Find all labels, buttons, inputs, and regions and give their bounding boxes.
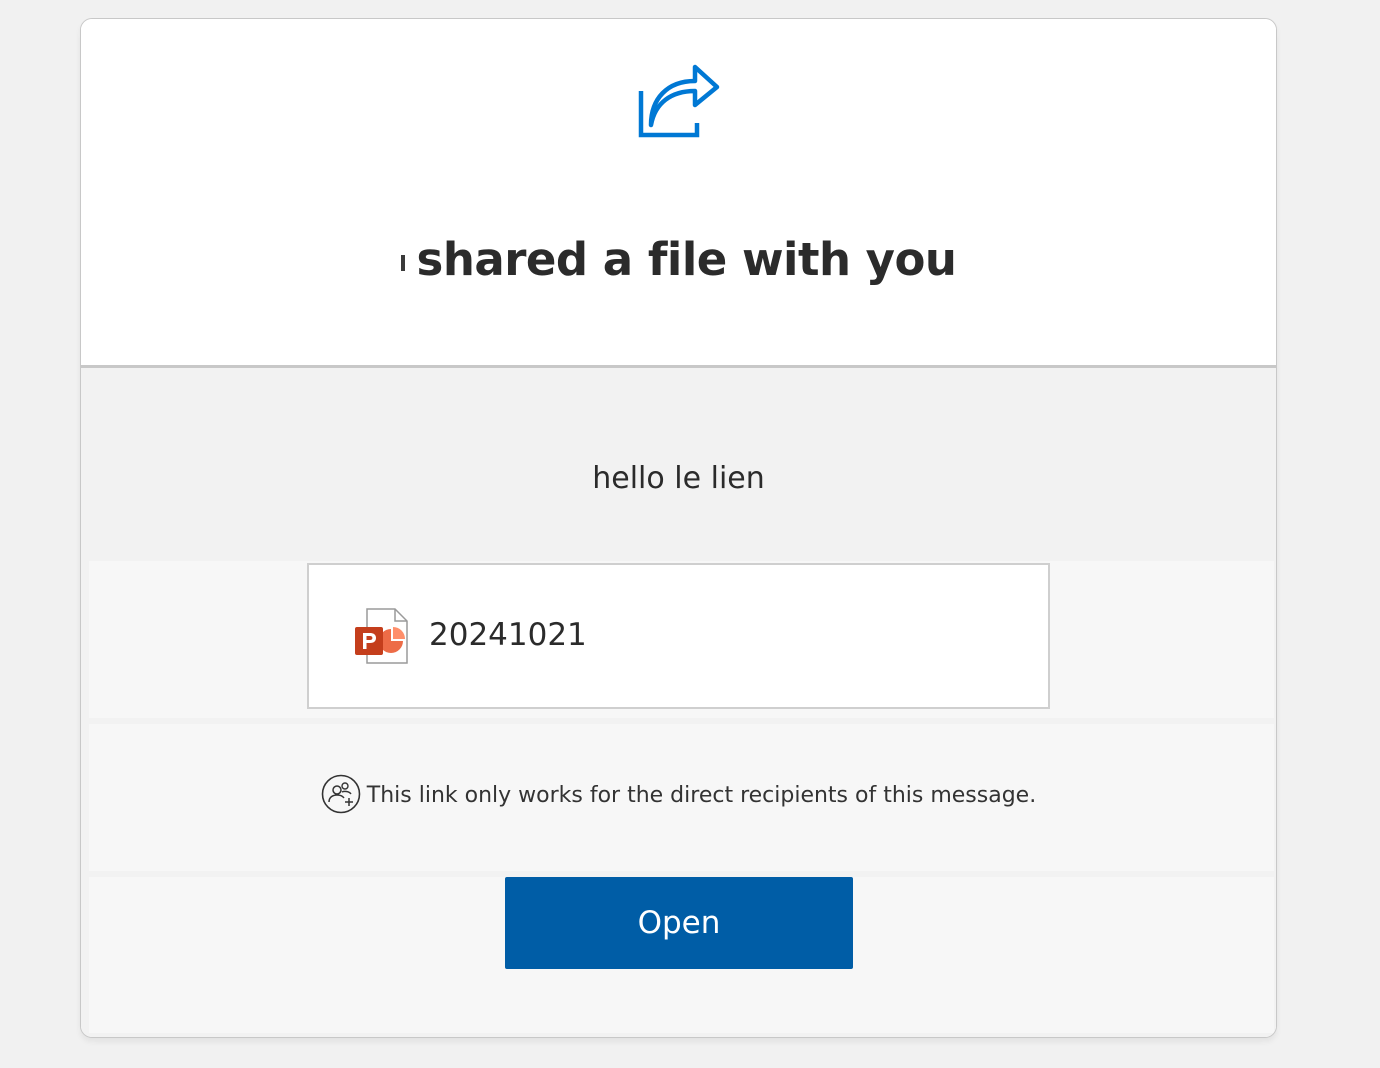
page-title: shared a file with you bbox=[81, 233, 1276, 286]
powerpoint-file-icon bbox=[355, 608, 408, 664]
recipient-notice: This link only works for the direct reci… bbox=[81, 774, 1276, 816]
file-attachment[interactable]: 20241021 bbox=[307, 563, 1050, 709]
open-button[interactable]: Open bbox=[505, 877, 853, 969]
share-message: hello le lien bbox=[592, 461, 765, 496]
people-icon bbox=[321, 774, 361, 814]
card-header: shared a file with you bbox=[81, 19, 1276, 365]
share-notification-card: shared a file with you hello le lien 202… bbox=[80, 18, 1277, 1038]
redacted-sender-name bbox=[400, 255, 405, 271]
share-icon bbox=[638, 64, 720, 138]
title-text: shared a file with you bbox=[416, 233, 957, 286]
recipient-notice-text: This link only works for the direct reci… bbox=[366, 783, 1037, 808]
file-name: 20241021 bbox=[429, 617, 587, 653]
